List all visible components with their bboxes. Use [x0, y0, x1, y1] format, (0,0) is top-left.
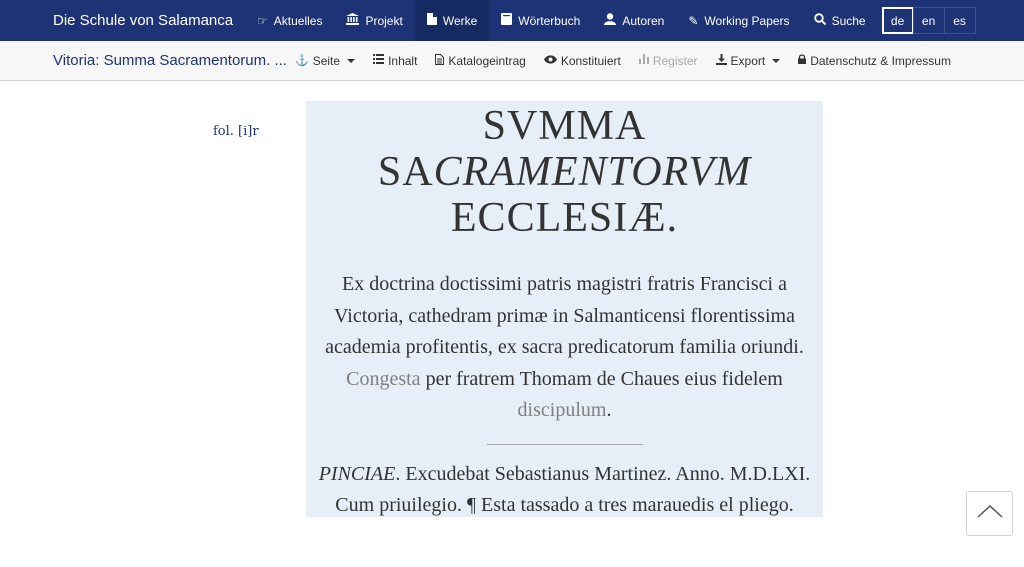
katalogeintrag-label: Katalogeintrag [448, 53, 526, 68]
title-line-3: ECCLESIÆ. [450, 195, 679, 241]
datenschutz-link[interactable]: Datenschutz & Impressum [789, 54, 960, 68]
brand-link[interactable]: Die Schule von Salamanca [0, 12, 245, 29]
imprint-text-1: Ex doctrina doctissimi patris magistri f… [325, 273, 804, 358]
file-text-icon [435, 53, 445, 68]
konstituiert-toggle[interactable]: Konstituiert [535, 54, 630, 68]
imprint-paragraph: Ex doctrina doctissimi patris magistri f… [306, 269, 823, 427]
lang-de[interactable]: de [881, 7, 914, 34]
nav-working-papers[interactable]: ✎ Working Papers [676, 0, 801, 41]
inhalt-label: Inhalt [388, 53, 418, 68]
title-line-2: SACRAMENTORVM [306, 149, 823, 195]
title-line-1: SVMMA [482, 103, 647, 149]
title-line-2-plain: SA [377, 149, 434, 195]
main-nav: ☞ Aktuelles Projekt Werke Wörterbuch Aut… [245, 0, 878, 41]
nav-werke[interactable]: Werke [414, 0, 490, 41]
discipulum-link[interactable]: discipulum [518, 399, 607, 421]
list-icon [373, 54, 385, 67]
chevron-down-icon [772, 58, 781, 63]
nav-label: Projekt [365, 13, 403, 28]
export-label: Export [730, 53, 766, 68]
back-to-top-button[interactable] [966, 491, 1013, 536]
export-dropdown[interactable]: Export [707, 53, 790, 68]
title-line-2-italic: CRAMENTORVM [433, 149, 752, 195]
institution-icon [346, 13, 360, 28]
nav-label: Working Papers [704, 13, 790, 28]
nav-label: Werke [442, 13, 478, 28]
anchor-icon: ⚓ [295, 55, 309, 67]
pub-place: PINCIAE [318, 462, 396, 485]
register-label: Register [652, 53, 698, 68]
document-toolbar: Vitoria: Summa Sacramentorum. ... ⚓ Seit… [0, 41, 1024, 81]
chevron-up-icon [976, 504, 1003, 523]
book-icon [501, 13, 513, 28]
hand-point-icon: ☞ [257, 13, 268, 28]
seite-label: Seite [312, 53, 341, 68]
file-icon [426, 13, 437, 28]
nav-label: Wörterbuch [518, 13, 581, 28]
language-switcher: de en es [881, 0, 976, 41]
title-page: SVMMA SACRAMENTORVM ECCLESIÆ. Ex doctrin… [306, 101, 823, 517]
eye-icon [543, 54, 557, 67]
nav-label: Aktuelles [273, 13, 323, 28]
datenschutz-label: Datenschutz & Impressum [810, 53, 951, 68]
top-navbar: Die Schule von Salamanca ☞ Aktuelles Pro… [0, 0, 1024, 41]
register-button: Register [630, 54, 707, 68]
nav-suche[interactable]: Suche [802, 0, 878, 41]
download-icon [715, 53, 727, 68]
user-icon [604, 13, 617, 28]
search-icon [813, 13, 826, 28]
publication-line: PINCIAE. Excudebat Sebastianus Martinez.… [306, 459, 823, 518]
bar-chart-icon [638, 54, 649, 67]
seite-dropdown[interactable]: ⚓ Seite [286, 54, 364, 68]
inhalt-button[interactable]: Inhalt [364, 54, 426, 68]
nav-label: Autoren [622, 13, 665, 28]
nav-woerterbuch[interactable]: Wörterbuch [489, 0, 592, 41]
chevron-down-icon [347, 58, 356, 63]
nav-autoren[interactable]: Autoren [592, 0, 676, 41]
document-title[interactable]: Vitoria: Summa Sacramentorum. ... [0, 52, 286, 69]
katalogeintrag-button[interactable]: Katalogeintrag [426, 53, 534, 68]
nav-projekt[interactable]: Projekt [334, 0, 414, 41]
imprint-text-2: per fratrem Thomam de Chaues eius fidele… [420, 367, 783, 390]
imprint-text-3: . [606, 399, 612, 421]
nav-aktuelles[interactable]: ☞ Aktuelles [245, 0, 334, 41]
konstituiert-label: Konstituiert [560, 53, 621, 68]
pub-rest: . Excudebat Sebastianus Martinez. Anno. … [335, 462, 811, 516]
divider [486, 443, 643, 445]
lock-icon [798, 54, 807, 67]
folio-marker[interactable]: fol. [i]r [213, 124, 259, 139]
pencil-icon: ✎ [688, 13, 699, 28]
congesta-link[interactable]: Congesta [346, 368, 420, 390]
nav-label: Suche [831, 13, 866, 28]
lang-es[interactable]: es [943, 7, 976, 34]
lang-en[interactable]: en [912, 7, 945, 34]
